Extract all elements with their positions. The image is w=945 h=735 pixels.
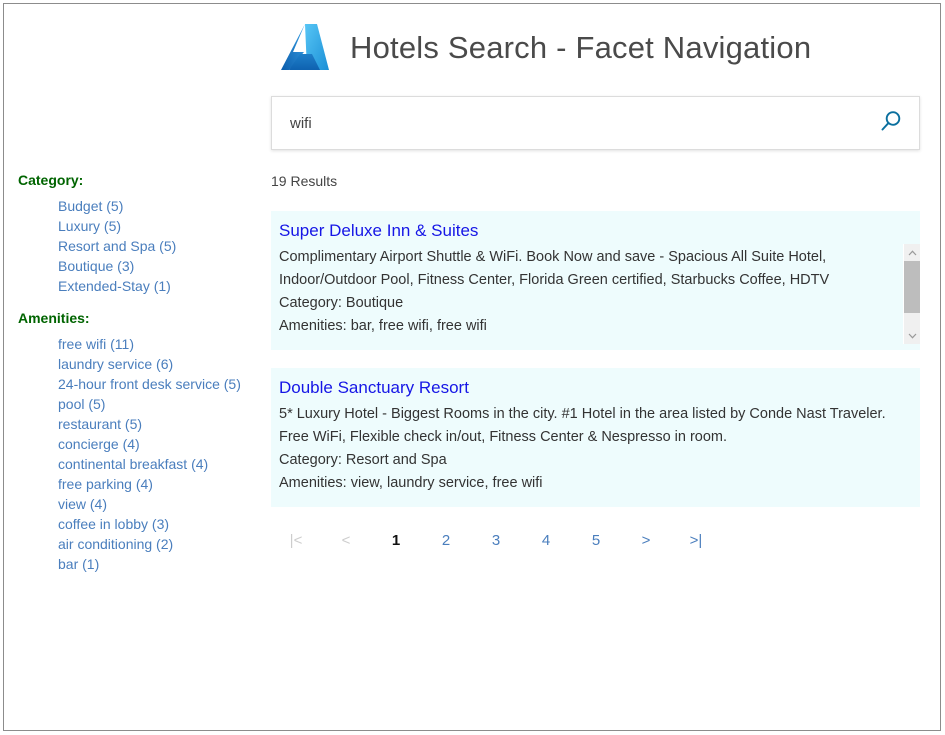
result-title-link[interactable]: Double Sanctuary Resort bbox=[279, 376, 469, 400]
search-icon bbox=[878, 109, 904, 138]
list-item: Luxury (5) bbox=[58, 216, 266, 236]
scrollbar-down-button[interactable] bbox=[904, 327, 920, 344]
facet-item-restaurant[interactable]: restaurant (5) bbox=[58, 414, 142, 434]
chevron-up-icon bbox=[908, 250, 917, 256]
facet-item-laundry-service[interactable]: laundry service (6) bbox=[58, 354, 173, 374]
result-card[interactable]: Double Sanctuary Resort 5* Luxury Hotel … bbox=[271, 368, 920, 507]
pagination-page-5[interactable]: 5 bbox=[571, 530, 621, 552]
list-item: view (4) bbox=[58, 494, 266, 514]
result-description: 5* Luxury Hotel - Biggest Rooms in the c… bbox=[279, 403, 908, 449]
facet-item-boutique[interactable]: Boutique (3) bbox=[58, 256, 134, 276]
app-window: Category: Budget (5) Luxury (5) Resort a… bbox=[3, 3, 941, 731]
pagination-prev[interactable]: < bbox=[321, 530, 371, 552]
facet-item-bar[interactable]: bar (1) bbox=[58, 554, 99, 574]
pagination: |< < 1 2 3 4 5 > >| bbox=[271, 514, 940, 552]
facet-item-air-conditioning[interactable]: air conditioning (2) bbox=[58, 534, 173, 554]
facet-group-category: Category: Budget (5) Luxury (5) Resort a… bbox=[18, 172, 266, 296]
scrollbar-track[interactable] bbox=[904, 261, 920, 327]
list-item: air conditioning (2) bbox=[58, 534, 266, 554]
pagination-page-4[interactable]: 4 bbox=[521, 530, 571, 552]
list-item: concierge (4) bbox=[58, 434, 266, 454]
list-item: free wifi (11) bbox=[58, 334, 266, 354]
result-category: Category: Boutique bbox=[279, 292, 908, 315]
list-item: laundry service (6) bbox=[58, 354, 266, 374]
list-item: bar (1) bbox=[58, 554, 266, 574]
search-button[interactable] bbox=[863, 97, 919, 149]
list-item: 24-hour front desk service (5) bbox=[58, 374, 266, 394]
facet-item-concierge[interactable]: concierge (4) bbox=[58, 434, 140, 454]
facet-sidebar: Category: Budget (5) Luxury (5) Resort a… bbox=[4, 4, 266, 730]
main-content: Hotels Search - Facet Navigation bbox=[266, 4, 940, 730]
facet-list-amenities: free wifi (11) laundry service (6) 24-ho… bbox=[18, 334, 266, 574]
facet-item-free-wifi[interactable]: free wifi (11) bbox=[58, 334, 134, 354]
search-box[interactable] bbox=[271, 96, 920, 150]
result-card[interactable]: Super Deluxe Inn & Suites Complimentary … bbox=[271, 211, 920, 350]
pagination-page-2[interactable]: 2 bbox=[421, 530, 471, 552]
facet-list-category: Budget (5) Luxury (5) Resort and Spa (5)… bbox=[18, 196, 266, 296]
pagination-first[interactable]: |< bbox=[271, 530, 321, 552]
facet-item-pool[interactable]: pool (5) bbox=[58, 394, 105, 414]
page-title: Hotels Search - Facet Navigation bbox=[350, 30, 811, 66]
facet-heading-category: Category: bbox=[18, 172, 266, 188]
result-amenities: Amenities: bar, free wifi, free wifi bbox=[279, 315, 908, 338]
pagination-page-1[interactable]: 1 bbox=[371, 530, 421, 552]
list-item: free parking (4) bbox=[58, 474, 266, 494]
azure-logo-icon bbox=[276, 19, 334, 77]
facet-item-resort-and-spa[interactable]: Resort and Spa (5) bbox=[58, 236, 176, 256]
result-description: Complimentary Airport Shuttle & WiFi. Bo… bbox=[279, 246, 908, 292]
scrollbar-thumb[interactable] bbox=[904, 261, 920, 313]
search-row bbox=[266, 82, 940, 150]
facet-item-extended-stay[interactable]: Extended-Stay (1) bbox=[58, 276, 171, 296]
list-item: Boutique (3) bbox=[58, 256, 266, 276]
results-scroll-region[interactable]: Super Deluxe Inn & Suites Complimentary … bbox=[271, 211, 920, 514]
list-item: restaurant (5) bbox=[58, 414, 266, 434]
facet-heading-amenities: Amenities: bbox=[18, 310, 266, 326]
pagination-page-3[interactable]: 3 bbox=[471, 530, 521, 552]
chevron-down-icon bbox=[908, 333, 917, 339]
facet-item-luxury[interactable]: Luxury (5) bbox=[58, 216, 121, 236]
result-category: Category: Resort and Spa bbox=[279, 449, 908, 472]
facet-item-continental-breakfast[interactable]: continental breakfast (4) bbox=[58, 454, 208, 474]
scrollbar-up-button[interactable] bbox=[904, 244, 920, 261]
facet-item-coffee-in-lobby[interactable]: coffee in lobby (3) bbox=[58, 514, 169, 534]
list-item: coffee in lobby (3) bbox=[58, 514, 266, 534]
pagination-next[interactable]: > bbox=[621, 530, 671, 552]
app-header: Hotels Search - Facet Navigation bbox=[266, 4, 940, 82]
results-list: Super Deluxe Inn & Suites Complimentary … bbox=[271, 211, 920, 514]
facet-item-budget[interactable]: Budget (5) bbox=[58, 196, 123, 216]
search-input[interactable] bbox=[272, 97, 863, 149]
facet-item-24-hour-front-desk-service[interactable]: 24-hour front desk service (5) bbox=[58, 374, 241, 394]
facet-item-view[interactable]: view (4) bbox=[58, 494, 107, 514]
list-item: pool (5) bbox=[58, 394, 266, 414]
results-count: 19 Results bbox=[266, 150, 940, 190]
list-item: Extended-Stay (1) bbox=[58, 276, 266, 296]
list-item: Resort and Spa (5) bbox=[58, 236, 266, 256]
results-scrollbar[interactable] bbox=[903, 244, 920, 344]
result-title-link[interactable]: Super Deluxe Inn & Suites bbox=[279, 219, 478, 243]
list-item: Budget (5) bbox=[58, 196, 266, 216]
result-amenities: Amenities: view, laundry service, free w… bbox=[279, 472, 908, 495]
facet-group-amenities: Amenities: free wifi (11) laundry servic… bbox=[18, 310, 266, 574]
facet-item-free-parking[interactable]: free parking (4) bbox=[58, 474, 153, 494]
pagination-last[interactable]: >| bbox=[671, 530, 721, 552]
list-item: continental breakfast (4) bbox=[58, 454, 266, 474]
